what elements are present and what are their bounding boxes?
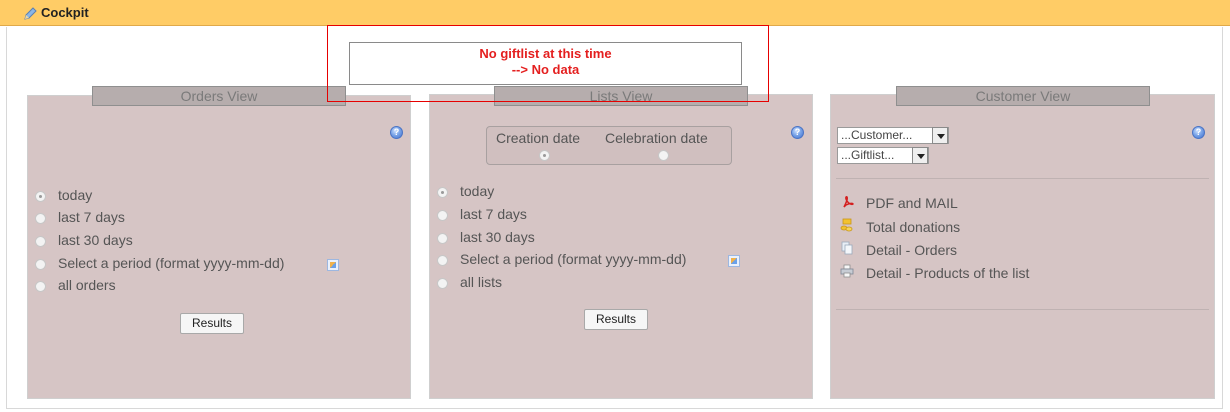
customer-help-icon[interactable]: ? [1192, 126, 1205, 139]
customer-divider [836, 178, 1209, 179]
pdf-mail-link[interactable]: PDF and MAIL [866, 195, 958, 211]
lists-radio-30days[interactable] [437, 233, 448, 244]
orders-option-label: today [58, 187, 93, 203]
date-type-selector: Creation date Celebration date [486, 126, 732, 165]
customer-divider [836, 309, 1209, 310]
detail-products-link[interactable]: Detail - Products of the list [866, 265, 1029, 281]
lists-radio-all[interactable] [437, 278, 448, 289]
documents-icon [841, 241, 853, 255]
lists-radio-7days[interactable] [437, 210, 448, 221]
lists-radio-period[interactable] [437, 255, 448, 266]
pencil-icon [24, 7, 37, 20]
lists-option-label: Select a period (format yyyy-mm-dd) [460, 251, 687, 267]
orders-option-label: all orders [58, 277, 116, 293]
pdf-icon [843, 196, 854, 208]
celebration-date-radio[interactable] [658, 150, 669, 161]
orders-radio-all[interactable] [35, 281, 46, 292]
creation-date-radio[interactable] [539, 150, 550, 161]
printer-icon [840, 264, 854, 278]
customer-view-title: Customer View [896, 86, 1150, 106]
lists-results-button[interactable]: Results [584, 309, 648, 330]
orders-option-label: Select a period (format yyyy-mm-dd) [58, 255, 285, 271]
customer-select-value: ...Customer... [841, 128, 913, 142]
orders-radio-30days[interactable] [35, 236, 46, 247]
header-title: Cockpit [41, 5, 89, 20]
lists-option-label: all lists [460, 274, 503, 290]
chevron-down-icon[interactable] [912, 147, 928, 164]
lists-radio-today[interactable] [437, 187, 448, 198]
coins-icon [840, 218, 853, 232]
orders-help-icon[interactable]: ? [390, 126, 403, 139]
lists-option-label: today [460, 183, 495, 199]
cockpit-header: Cockpit [0, 0, 1230, 26]
orders-view-title: Orders View [92, 86, 346, 106]
orders-radio-today[interactable] [35, 191, 46, 202]
customer-select[interactable]: ...Customer... [837, 127, 949, 144]
orders-results-button[interactable]: Results [180, 313, 244, 334]
lists-calendar-icon[interactable] [728, 255, 740, 267]
lists-option-label: last 30 days [460, 229, 535, 245]
celebration-date-label: Celebration date [605, 130, 708, 146]
highlight-rectangle [327, 25, 769, 102]
giftlist-select[interactable]: ...Giftlist... [837, 147, 929, 164]
detail-orders-link[interactable]: Detail - Orders [866, 242, 957, 258]
orders-radio-7days[interactable] [35, 213, 46, 224]
orders-calendar-icon[interactable] [327, 259, 339, 271]
orders-option-label: last 30 days [58, 232, 133, 248]
giftlist-select-value: ...Giftlist... [841, 148, 895, 162]
lists-help-icon[interactable]: ? [791, 126, 804, 139]
creation-date-label: Creation date [496, 130, 581, 146]
chevron-down-icon[interactable] [932, 127, 948, 144]
orders-radio-period[interactable] [35, 259, 46, 270]
lists-option-label: last 7 days [460, 206, 527, 222]
total-donations-link[interactable]: Total donations [866, 219, 960, 235]
orders-option-label: last 7 days [58, 209, 125, 225]
